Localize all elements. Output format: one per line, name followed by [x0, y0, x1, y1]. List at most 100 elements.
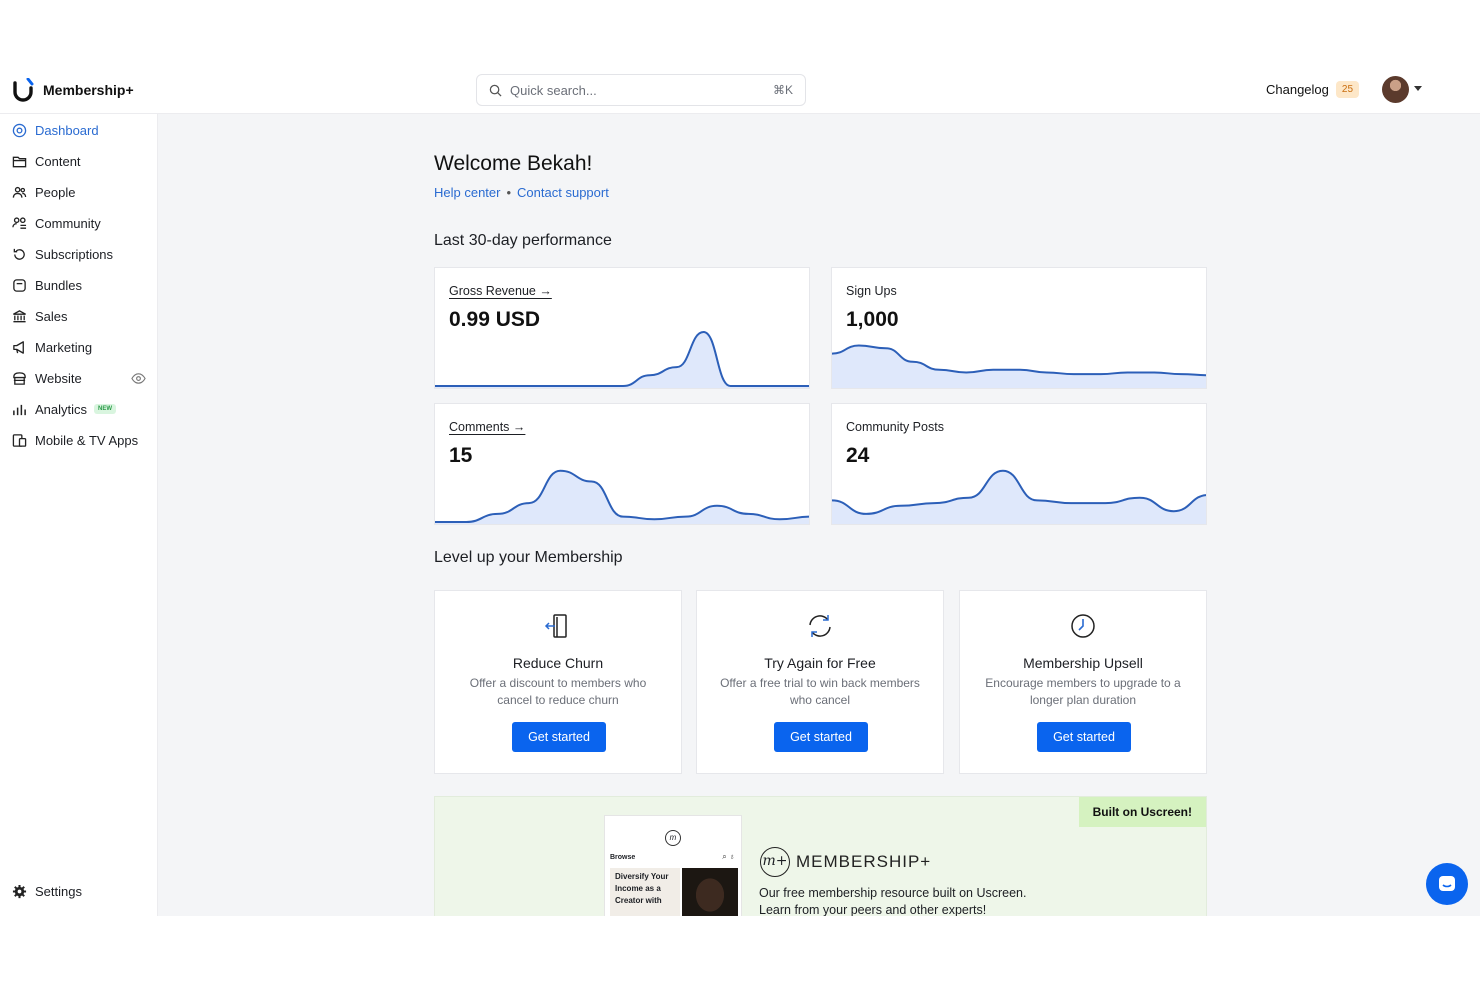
metric-label[interactable]: Comments → [449, 420, 525, 434]
sidebar-item-people[interactable]: People [0, 178, 158, 206]
chevron-down-icon[interactable] [1414, 86, 1422, 91]
refresh-icon [13, 248, 25, 260]
clock-icon [1071, 614, 1095, 638]
promo-title: Membership Upsell [1023, 655, 1143, 671]
phone-toolbar-icons: ⌕ ♁ [722, 852, 735, 861]
sparkline-chart [435, 469, 809, 524]
metric-card-community-posts[interactable]: Community Posts 24 [831, 403, 1207, 525]
search-input[interactable] [510, 82, 773, 98]
sidebar-item-sales[interactable]: Sales [0, 302, 158, 330]
membership-plus-banner[interactable]: Built on Uscreen! m Browse ⌕ ♁ Diversify… [434, 796, 1207, 916]
banner-line-2: Learn from your peers and other experts! [759, 903, 987, 916]
sidebar-item-label: Community [35, 215, 101, 231]
banner-line-1: Our free membership resource built on Us… [759, 886, 1027, 900]
page-title: Welcome Bekah! [434, 152, 593, 175]
sidebar-item-label: Dashboard [35, 122, 99, 138]
promo-description: Offer a free trial to win back members w… [720, 676, 920, 707]
metric-card-sign-ups[interactable]: Sign Ups 1,000 [831, 267, 1207, 389]
get-started-button[interactable]: Get started [774, 722, 868, 752]
phone-logo: m [665, 830, 681, 846]
promo-card-reduce-churn: Reduce Churn Offer a discount to members… [434, 590, 682, 774]
quick-search[interactable]: ⌘K [476, 74, 806, 106]
promo-title: Try Again for Free [764, 655, 876, 671]
sidebar-item-dashboard[interactable]: Dashboard [0, 116, 158, 144]
megaphone-icon [13, 340, 24, 354]
app-window: Membership+ ⌘K Changelog 25 Dashboard Co… [0, 66, 1480, 916]
link-separator: • [506, 185, 512, 200]
changelog-label: Changelog [1266, 82, 1329, 97]
membership-plus-mark: m+ [760, 847, 790, 877]
sparkline-chart [832, 344, 1206, 388]
new-badge: NEW [94, 404, 117, 414]
sidebar-item-website[interactable]: Website [0, 364, 158, 392]
bundle-icon [13, 278, 26, 292]
metric-label: Sign Ups [846, 284, 897, 298]
sidebar-item-subscriptions[interactable]: Subscriptions [0, 240, 158, 268]
sidebar: Dashboard Content People Community Subsc… [0, 114, 158, 916]
eye-icon[interactable] [131, 371, 146, 386]
sparkline-line [435, 469, 809, 523]
sparkline-area [832, 345, 1206, 388]
chat-support-button[interactable] [1426, 863, 1468, 905]
sidebar-item-settings[interactable]: Settings [0, 877, 158, 905]
bank-icon [13, 309, 26, 322]
promo-title: Reduce Churn [512, 655, 604, 671]
level-up-heading: Level up your Membership [434, 549, 623, 566]
sidebar-item-label: Content [35, 153, 81, 169]
membership-plus-name: MEMBERSHIP+ [796, 852, 932, 871]
chat-icon [1439, 876, 1455, 891]
devices-icon [12, 433, 27, 447]
changelog-count-badge: 25 [1335, 81, 1360, 98]
sidebar-item-analytics[interactable]: Analytics NEW [0, 395, 158, 423]
sidebar-item-content[interactable]: Content [0, 147, 158, 175]
phone-card-text: Diversify Your Income as a Creator with [610, 868, 680, 916]
bar-chart-icon [13, 404, 26, 415]
sidebar-item-label: Marketing [35, 339, 93, 355]
changelog-button[interactable]: Changelog 25 [1266, 81, 1360, 98]
folder-icon [12, 156, 27, 167]
app-name: Membership+ [43, 82, 134, 98]
store-icon [13, 371, 26, 385]
contact-support-link[interactable]: Contact support [517, 185, 609, 200]
app-logo[interactable]: Membership+ [12, 78, 134, 102]
sparkline-area [832, 470, 1206, 524]
people-icon [12, 186, 27, 198]
promo-card-membership-upsell: Membership Upsell Encourage members to u… [959, 590, 1207, 774]
dashboard-icon [12, 123, 27, 137]
search-icon [489, 84, 502, 97]
sidebar-item-label: Mobile & TV Apps [35, 432, 139, 448]
metric-label[interactable]: Gross Revenue → [449, 284, 552, 298]
help-links: Help center • Contact support [434, 185, 609, 200]
promo-description: Offer a discount to members who cancel t… [469, 676, 647, 707]
sidebar-item-label: Bundles [35, 277, 82, 293]
sidebar-item-label: Subscriptions [35, 246, 114, 262]
built-on-uscreen-badge: Built on Uscreen! [1078, 797, 1206, 827]
logo-icon [13, 78, 34, 102]
get-started-button[interactable]: Get started [1037, 722, 1131, 752]
metric-card-comments[interactable]: Comments → 15 [434, 403, 810, 525]
door-exit-icon [544, 614, 567, 638]
sidebar-item-label: Website [35, 370, 82, 386]
sidebar-item-community[interactable]: Community [0, 209, 158, 237]
sparkline-chart [435, 330, 809, 388]
banner-description: Our free membership resource built on Us… [759, 885, 1026, 916]
phone-preview-image: m Browse ⌕ ♁ Diversify Your Income as a … [604, 815, 742, 916]
metric-card-gross-revenue[interactable]: Gross Revenue → 0.99 USD [434, 267, 810, 389]
phone-photo [682, 868, 738, 916]
retry-icon [809, 615, 831, 637]
get-started-button[interactable]: Get started [512, 722, 606, 752]
sidebar-item-label: People [35, 184, 76, 200]
sidebar-item-marketing[interactable]: Marketing [0, 333, 158, 361]
phone-browse-label: Browse [610, 854, 636, 861]
membership-plus-logo: m+ MEMBERSHIP+ [760, 847, 931, 877]
avatar[interactable] [1382, 76, 1409, 103]
sidebar-item-label: Analytics [35, 401, 88, 417]
performance-heading: Last 30-day performance [434, 232, 612, 249]
top-bar: Membership+ ⌘K Changelog 25 [0, 66, 1480, 114]
help-center-link[interactable]: Help center [434, 185, 500, 200]
promo-card-try-again: Try Again for Free Offer a free trial to… [696, 590, 944, 774]
sidebar-item-mobile-tv-apps[interactable]: Mobile & TV Apps [0, 426, 158, 454]
sidebar-item-bundles[interactable]: Bundles [0, 271, 158, 299]
sidebar-item-label: Sales [35, 308, 68, 324]
search-shortcut: ⌘K [772, 83, 793, 97]
